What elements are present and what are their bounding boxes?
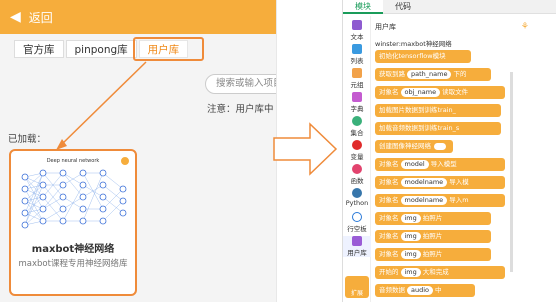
text-icon <box>352 20 362 30</box>
block-parameter[interactable]: img <box>400 250 421 259</box>
block-parameter[interactable]: modelname <box>400 178 448 187</box>
function-icon <box>352 164 362 174</box>
block-parameter[interactable]: model <box>400 160 429 169</box>
python-icon <box>352 188 362 198</box>
code-block[interactable]: 创建图像神经网络 <box>375 140 453 153</box>
code-block[interactable]: 初始化tensorflow模块 <box>375 50 471 63</box>
pin-icon[interactable]: ⚘ <box>521 22 529 32</box>
toggle-switch[interactable] <box>434 142 446 150</box>
block-parameter[interactable]: obj_name <box>400 88 441 97</box>
set-icon <box>352 116 362 126</box>
code-block[interactable]: 加载音频数据到训练train_s <box>375 122 501 135</box>
block-parameter[interactable]: modelname <box>400 196 448 205</box>
category-python[interactable]: Python <box>343 188 371 207</box>
category-variable[interactable]: 变量 <box>343 140 371 161</box>
block-parameter[interactable]: audio <box>407 286 434 295</box>
pointer-arrow-annotation <box>56 61 147 150</box>
block-parameter[interactable]: img <box>400 268 421 277</box>
block-parameter[interactable]: path_name <box>407 70 452 79</box>
code-block[interactable]: 开始的 img 大和完成 <box>375 266 505 279</box>
tab-code[interactable]: 代码 <box>383 0 423 14</box>
category-list[interactable]: 列表 <box>343 44 371 65</box>
category-function[interactable]: 函数 <box>343 164 371 185</box>
category-unihiker[interactable]: 行空板 <box>343 212 371 233</box>
block-palette: 用户库 ⚘ winster:maxbot神经网络 初始化tensorflow模块… <box>373 16 556 302</box>
palette-scrollbar[interactable] <box>510 72 513 272</box>
code-block[interactable]: 获取到路 path_name 下的 <box>375 68 491 81</box>
palette-heading: 用户库 <box>375 23 396 31</box>
category-user-library[interactable]: 用户库 <box>343 236 371 257</box>
code-block[interactable]: 对象名 model 导入模型 <box>375 158 505 171</box>
user-library-icon <box>352 236 362 246</box>
code-block[interactable]: 对象名 img 拍照片 <box>375 230 491 243</box>
extensions-button[interactable]: 扩展 <box>345 276 369 298</box>
code-block[interactable]: 对象名 obj_name 读取文件 <box>375 86 505 99</box>
unihiker-icon <box>352 212 362 222</box>
variable-icon <box>352 140 362 150</box>
block-parameter[interactable]: img <box>400 232 421 241</box>
category-tuple[interactable]: 元组 <box>343 68 371 89</box>
category-sidebar: 文本 列表 元组 字典 集合 变量 函数 Python 行空板 用户库 扩展 <box>343 16 371 302</box>
code-block[interactable]: 音频数据 audio 中 <box>375 284 475 297</box>
category-dict[interactable]: 字典 <box>343 92 371 113</box>
editor-tabs: 模块 代码 <box>343 0 556 14</box>
list-icon <box>352 44 362 54</box>
code-block[interactable]: 加载图片数据到训练train_ <box>375 104 501 117</box>
code-block[interactable]: 对象名 modelname 导入模 <box>375 176 505 189</box>
tuple-icon <box>352 68 362 78</box>
dict-icon <box>352 92 362 102</box>
code-block[interactable]: 对象名 img 拍照片 <box>375 212 491 225</box>
category-set[interactable]: 集合 <box>343 116 371 137</box>
code-block[interactable]: 对象名 modelname 导入m <box>375 194 505 207</box>
category-text[interactable]: 文本 <box>343 20 371 41</box>
code-block[interactable]: 对象名 img 拍照片 <box>375 248 491 261</box>
tab-blocks[interactable]: 模块 <box>343 0 383 14</box>
block-editor: 模块 代码 文本 列表 元组 字典 集合 变量 函数 Python 行空板 用户… <box>342 0 556 302</box>
library-name: winster:maxbot神经网络 <box>375 40 452 48</box>
transition-arrow-icon <box>273 122 338 176</box>
block-parameter[interactable]: img <box>400 214 421 223</box>
